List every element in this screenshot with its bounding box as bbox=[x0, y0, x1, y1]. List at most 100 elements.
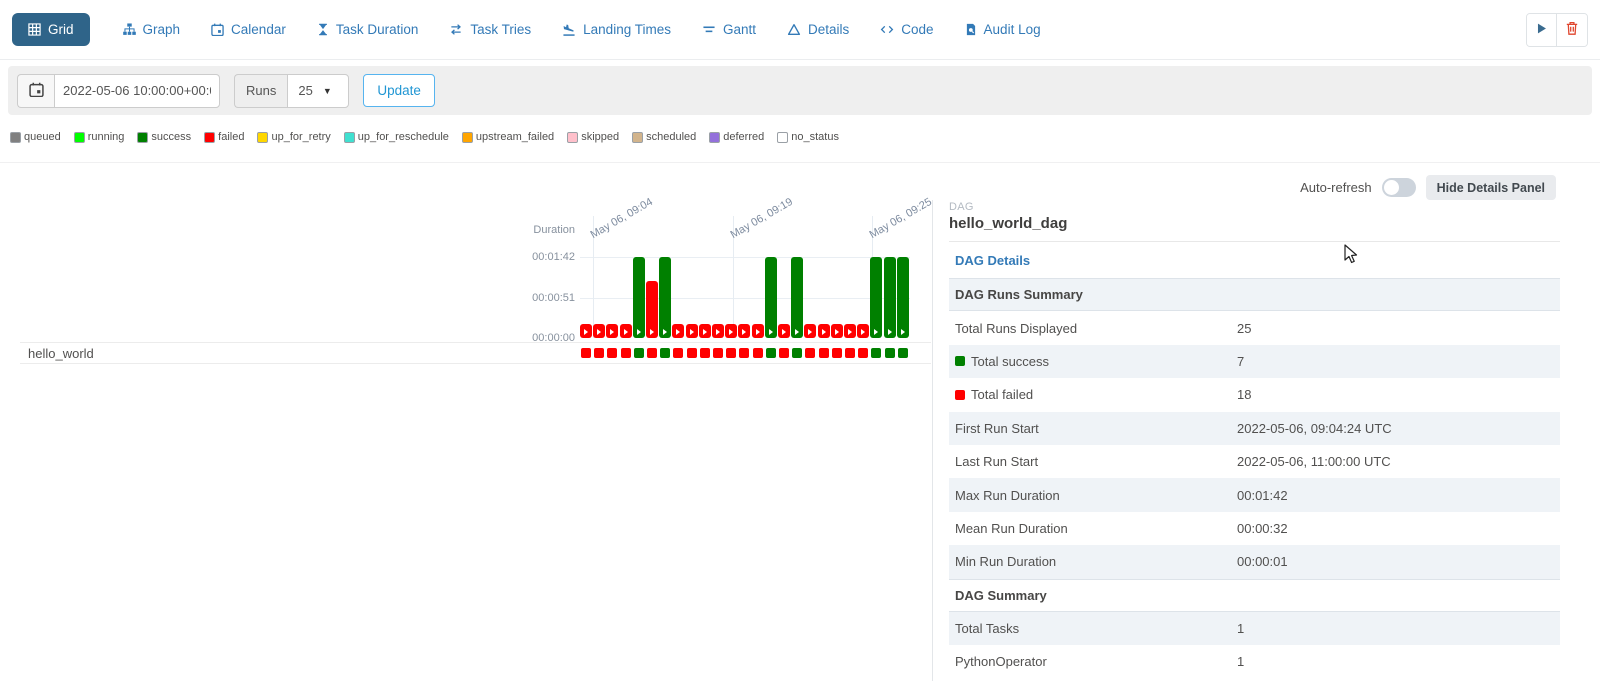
tab-label: Audit Log bbox=[984, 22, 1041, 37]
dag-run-bar[interactable] bbox=[857, 324, 869, 338]
legend-swatch bbox=[632, 132, 643, 143]
task-instance-square[interactable] bbox=[673, 348, 683, 358]
task-instance-square[interactable] bbox=[753, 348, 763, 358]
chevron-down-icon: ▼ bbox=[323, 86, 332, 96]
dag-run-bar[interactable] bbox=[870, 257, 882, 338]
row-label-text: Min Run Duration bbox=[955, 554, 1056, 569]
task-instance-square[interactable] bbox=[594, 348, 604, 358]
dag-run-bar[interactable] bbox=[633, 257, 645, 338]
task-instance-square[interactable] bbox=[700, 348, 710, 358]
tab-details[interactable]: Details bbox=[785, 14, 851, 45]
num-runs-select[interactable]: 25 ▼ bbox=[287, 74, 349, 108]
tab-grid[interactable]: Grid bbox=[12, 13, 90, 46]
legend-label: running bbox=[88, 131, 125, 143]
trash-icon bbox=[1565, 21, 1579, 39]
panel-divider bbox=[949, 241, 1560, 242]
tab-label: Task Duration bbox=[336, 22, 419, 37]
status-legend: queuedrunningsuccessfailedup_for_retryup… bbox=[10, 131, 839, 143]
dag-run-bar[interactable] bbox=[606, 324, 618, 338]
play-icon bbox=[1535, 22, 1548, 38]
row-label-text: Total Runs Displayed bbox=[955, 321, 1077, 336]
trigger-dag-button[interactable] bbox=[1527, 14, 1557, 46]
tab-code[interactable]: Code bbox=[878, 14, 935, 45]
dag-run-bar[interactable] bbox=[738, 324, 750, 338]
manual-run-icon bbox=[901, 329, 905, 335]
legend-label: up_for_reschedule bbox=[358, 131, 449, 143]
task-instance-square[interactable] bbox=[779, 348, 789, 358]
tab-task-tries[interactable]: Task Tries bbox=[447, 14, 533, 45]
auto-refresh-toggle[interactable] bbox=[1382, 178, 1416, 197]
dag-run-bar[interactable] bbox=[791, 257, 803, 338]
dag-run-bar[interactable] bbox=[686, 324, 698, 338]
dag-run-bar[interactable] bbox=[752, 324, 764, 338]
dag-run-bar[interactable] bbox=[593, 324, 605, 338]
task-instance-square[interactable] bbox=[739, 348, 749, 358]
task-instance-square[interactable] bbox=[805, 348, 815, 358]
task-instance-square[interactable] bbox=[858, 348, 868, 358]
tab-landing-times[interactable]: Landing Times bbox=[560, 14, 673, 45]
dag-run-bar[interactable] bbox=[778, 324, 790, 338]
task-instance-square[interactable] bbox=[819, 348, 829, 358]
task-instance-square[interactable] bbox=[713, 348, 723, 358]
delete-dag-button[interactable] bbox=[1557, 14, 1587, 46]
task-instance-square[interactable] bbox=[832, 348, 842, 358]
dag-run-bar[interactable] bbox=[897, 257, 909, 338]
dag-run-bar[interactable] bbox=[725, 324, 737, 338]
task-instance-square[interactable] bbox=[581, 348, 591, 358]
dag-details-link[interactable]: DAG Details bbox=[955, 253, 1030, 268]
task-instance-square[interactable] bbox=[726, 348, 736, 358]
row-label: First Run Start bbox=[955, 421, 1237, 436]
calendar-picker-button[interactable] bbox=[17, 74, 54, 108]
task-instance-square[interactable] bbox=[687, 348, 697, 358]
task-instance-square[interactable] bbox=[845, 348, 855, 358]
task-instance-square[interactable] bbox=[871, 348, 881, 358]
dag-run-bar[interactable] bbox=[831, 324, 843, 338]
manual-run-icon bbox=[782, 329, 786, 335]
dag-run-bar[interactable] bbox=[672, 324, 684, 338]
base-date-input[interactable] bbox=[54, 74, 220, 108]
task-instance-square[interactable] bbox=[634, 348, 644, 358]
content-divider bbox=[0, 162, 1600, 163]
task-instance-square[interactable] bbox=[792, 348, 802, 358]
tab-graph[interactable]: Graph bbox=[121, 14, 183, 45]
dag-run-bar[interactable] bbox=[804, 324, 816, 338]
dag-run-bar[interactable] bbox=[699, 324, 711, 338]
manual-run-icon bbox=[769, 329, 773, 335]
manual-run-icon bbox=[597, 329, 601, 335]
tab-task-duration[interactable]: Task Duration bbox=[315, 14, 421, 45]
summary-row: Mean Run Duration00:00:32 bbox=[949, 512, 1560, 545]
dag-run-bar[interactable] bbox=[818, 324, 830, 338]
task-instance-square[interactable] bbox=[621, 348, 631, 358]
hide-details-panel-button[interactable]: Hide Details Panel bbox=[1426, 175, 1556, 200]
dag-run-bar[interactable] bbox=[620, 324, 632, 338]
update-button[interactable]: Update bbox=[363, 74, 435, 107]
dag-run-bar[interactable] bbox=[765, 257, 777, 338]
dag-run-bar[interactable] bbox=[659, 257, 671, 338]
row-label: DAG Runs Summary bbox=[955, 287, 1237, 302]
manual-run-icon bbox=[637, 329, 641, 335]
dag-run-bar[interactable] bbox=[884, 257, 896, 338]
tab-label: Landing Times bbox=[583, 22, 671, 37]
tab-calendar[interactable]: Calendar bbox=[209, 14, 288, 45]
tab-audit-log[interactable]: Audit Log bbox=[963, 14, 1043, 45]
row-label-text: Total success bbox=[971, 354, 1049, 369]
dag-run-bar[interactable] bbox=[844, 324, 856, 338]
tab-gantt[interactable]: Gantt bbox=[700, 14, 758, 45]
summary-row: Total success7 bbox=[949, 345, 1560, 378]
task-duration-icon bbox=[317, 23, 329, 36]
task-instance-square[interactable] bbox=[885, 348, 895, 358]
task-instance-square[interactable] bbox=[766, 348, 776, 358]
task-instance-square[interactable] bbox=[898, 348, 908, 358]
row-label: DAG Summary bbox=[955, 588, 1237, 603]
dag-name: hello_world_dag bbox=[949, 215, 1560, 232]
task-instance-square[interactable] bbox=[607, 348, 617, 358]
row-label: Total failed bbox=[955, 387, 1237, 402]
task-instance-square[interactable] bbox=[660, 348, 670, 358]
dag-run-bar[interactable] bbox=[646, 281, 658, 338]
y-tick-label: 00:01:42 bbox=[519, 251, 575, 263]
dag-run-bar[interactable] bbox=[712, 324, 724, 338]
task-instance-square[interactable] bbox=[647, 348, 657, 358]
dag-run-bar[interactable] bbox=[580, 324, 592, 338]
legend-item-no_status: no_status bbox=[777, 131, 839, 143]
legend-swatch bbox=[137, 132, 148, 143]
